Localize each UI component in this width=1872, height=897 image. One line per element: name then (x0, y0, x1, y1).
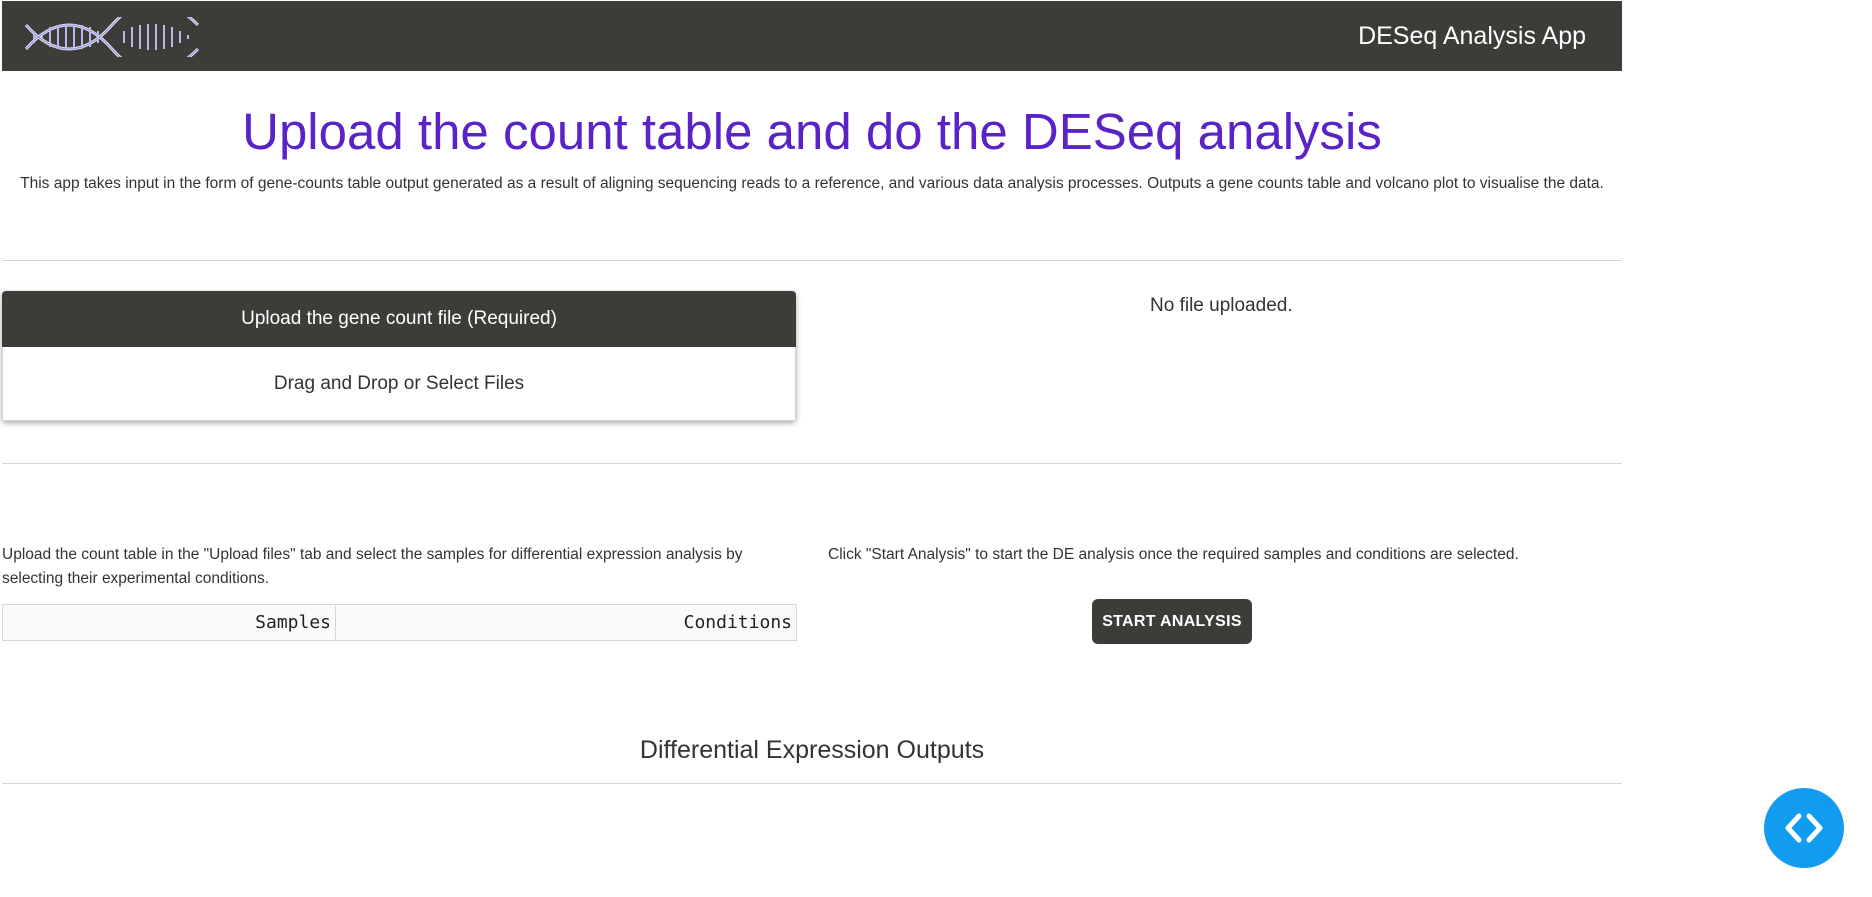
column-header-samples[interactable]: Samples (2, 604, 336, 641)
debug-toggle-button[interactable] (1764, 788, 1844, 868)
main-content: DESeq Analysis App Upload the count tabl… (2, 1, 1622, 784)
column-header-conditions[interactable]: Conditions (335, 604, 797, 641)
divider (2, 260, 1622, 261)
sample-selection-instructions: Upload the count table in the "Upload fi… (2, 546, 743, 587)
code-brackets-icon (1785, 813, 1823, 843)
app-description: This app takes input in the form of gene… (20, 175, 1604, 192)
upload-card: Upload the gene count file (Required) Dr… (2, 291, 796, 421)
upload-card-header: Upload the gene count file (Required) (2, 291, 796, 347)
samples-conditions-table: Samples Conditions (2, 604, 797, 641)
dna-helix-logo-icon (24, 17, 200, 57)
table-header-row: Samples Conditions (2, 604, 797, 641)
file-status-text: No file uploaded. (1150, 295, 1293, 316)
divider (2, 463, 1622, 464)
app-root: DESeq Analysis App Upload the count tabl… (0, 0, 1872, 897)
start-analysis-button[interactable]: START ANALYSIS (1092, 599, 1252, 644)
app-title: DESeq Analysis App (1358, 22, 1586, 50)
start-analysis-instructions: Click "Start Analysis" to start the DE a… (828, 546, 1519, 563)
page-title: Upload the count table and do the DESeq … (242, 103, 1382, 160)
divider (2, 783, 1622, 784)
outputs-section-title: Differential Expression Outputs (639, 736, 985, 764)
file-dropzone[interactable]: Drag and Drop or Select Files (2, 347, 796, 421)
navbar: DESeq Analysis App (2, 1, 1622, 71)
